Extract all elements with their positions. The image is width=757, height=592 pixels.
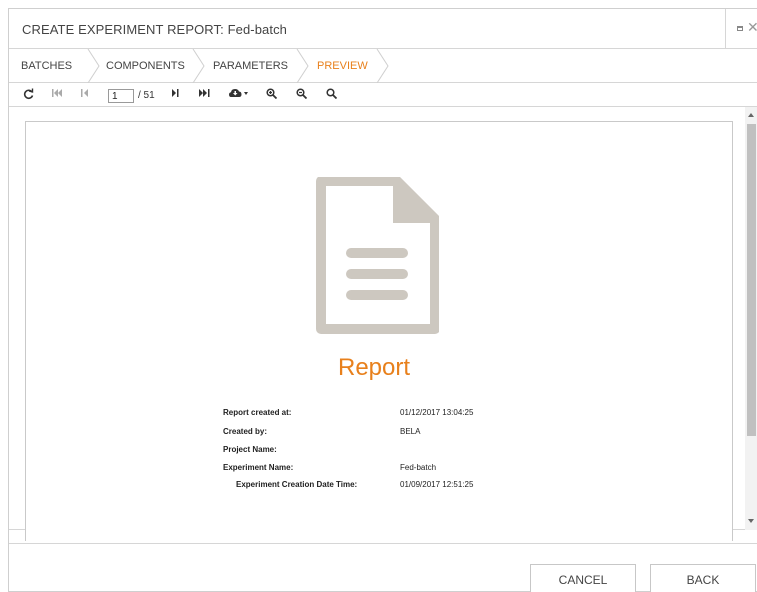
back-button[interactable]: BACK (650, 564, 756, 592)
scrollbar-thumb[interactable] (747, 124, 756, 436)
footer-divider (9, 543, 757, 544)
dialog-title: CREATE EXPERIMENT REPORT: Fed-batch (22, 22, 288, 37)
next-page-icon[interactable] (172, 88, 179, 98)
field-value-created-by: BELA (400, 427, 421, 436)
field-value-created-at: 01/12/2017 13:04:25 (400, 408, 474, 417)
step-preview[interactable]: PREVIEW (317, 60, 368, 72)
step-components[interactable]: COMPONENTS (106, 60, 185, 72)
report-title: Report (338, 354, 411, 381)
page-total: / 51 (138, 90, 155, 101)
report-page: Report Report created at: 01/12/2017 13:… (25, 121, 733, 541)
page-number-input[interactable] (108, 89, 134, 103)
close-icon[interactable]: ✕ (747, 20, 757, 34)
dialog-titlebar: CREATE EXPERIMENT REPORT: Fed-batch ✕ (9, 9, 757, 49)
restore-icon[interactable] (737, 26, 743, 31)
wizard-steps: BATCHES COMPONENTS PARAMETERS PREVIEW (9, 49, 757, 83)
step-separator-icon (192, 49, 205, 83)
report-viewer: Report Report created at: 01/12/2017 13:… (9, 107, 757, 541)
scroll-down-icon[interactable] (748, 519, 754, 523)
scroll-up-icon[interactable] (748, 113, 754, 117)
field-label-created-by: Created by: (223, 427, 268, 436)
cancel-button[interactable]: CANCEL (530, 564, 636, 592)
step-separator-icon (376, 49, 389, 83)
field-label-experiment-name: Experiment Name: (223, 463, 294, 472)
report-dialog: CREATE EXPERIMENT REPORT: Fed-batch ✕ BA… (8, 8, 757, 592)
zoom-in-icon[interactable] (266, 88, 277, 99)
first-page-icon[interactable] (52, 88, 62, 98)
step-parameters[interactable]: PARAMETERS (213, 60, 288, 72)
step-separator-icon (296, 49, 309, 83)
field-value-experiment-creation-date: 01/09/2017 12:51:25 (400, 480, 474, 489)
zoom-out-icon[interactable] (296, 88, 307, 99)
document-icon (316, 177, 439, 334)
vertical-scrollbar[interactable] (745, 107, 757, 530)
step-separator-icon (87, 49, 100, 83)
field-label-project-name: Project Name: (223, 445, 277, 454)
window-controls: ✕ (725, 9, 757, 49)
search-icon[interactable] (326, 88, 337, 99)
step-batches[interactable]: BATCHES (21, 60, 72, 72)
viewer-toolbar: / 51 (9, 83, 757, 107)
refresh-icon[interactable] (23, 88, 34, 100)
field-label-experiment-creation-date: Experiment Creation Date Time: (236, 480, 358, 489)
export-icon[interactable] (229, 88, 249, 98)
field-value-experiment-name: Fed-batch (400, 463, 437, 472)
field-label-created-at: Report created at: (223, 408, 292, 417)
previous-page-icon[interactable] (81, 88, 88, 98)
last-page-icon[interactable] (199, 88, 210, 98)
